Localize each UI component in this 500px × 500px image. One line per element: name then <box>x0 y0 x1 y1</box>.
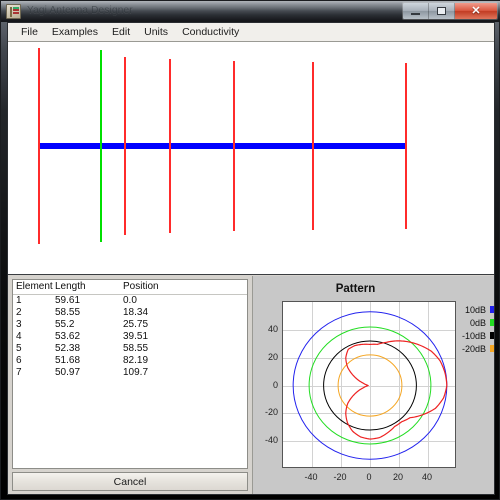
application-window: Yagi Antenna Designer ✕ File Examples Ed… <box>0 0 500 500</box>
table-row[interactable]: 5 52.38 58.55 <box>13 343 247 355</box>
antenna-geometry-view[interactable] <box>8 42 494 275</box>
legend-label: -20dB <box>461 343 486 354</box>
menu-bar: File Examples Edit Units Conductivity <box>8 23 494 42</box>
x-axis-tick-label: 40 <box>421 472 433 482</box>
cell-length: 59.61 <box>55 295 81 306</box>
pattern-chart-pane: Pattern -40 -20 0 20 40 40 20 0 -20 -40 10dB 0dB -1… <box>252 276 494 494</box>
legend-item[interactable]: 10dB <box>459 303 494 316</box>
title-bar[interactable]: Yagi Antenna Designer ✕ <box>1 1 500 22</box>
legend-label: 10dB <box>464 304 486 315</box>
cell-position: 0.0 <box>123 295 137 306</box>
table-row[interactable]: 3 55.2 25.75 <box>13 319 247 331</box>
cell-position: 109.7 <box>123 367 149 378</box>
y-axis-tick-label: -40 <box>264 435 278 446</box>
cell-position: 82.19 <box>123 355 149 366</box>
element-table-body: 1 59.61 0.0 2 58.55 18.34 3 55.2 25.75 4 53.62 39.5… <box>13 295 247 380</box>
minimize-icon <box>411 13 420 15</box>
cell-element: 6 <box>16 355 22 366</box>
maximize-icon <box>437 7 446 15</box>
element-table-head: Element Length Position <box>13 280 247 295</box>
x-axis-tick-label: 0 <box>366 472 372 482</box>
table-row[interactable]: 6 51.68 82.19 <box>13 355 247 367</box>
column-header-element[interactable]: Element <box>13 280 55 295</box>
table-row[interactable]: 7 50.97 109.7 <box>13 367 247 379</box>
cell-element: 7 <box>16 367 22 378</box>
cell-element: 5 <box>16 343 22 354</box>
cell-element: 4 <box>16 331 22 342</box>
cell-length: 58.55 <box>55 307 81 318</box>
antenna-element-7[interactable] <box>405 63 407 229</box>
cancel-button[interactable]: Cancel <box>12 472 248 491</box>
close-button[interactable]: ✕ <box>455 3 497 19</box>
element-table-pane: Element Length Position 1 59.61 0.0 2 58.55 1… <box>8 276 252 494</box>
x-axis-tick-label: -20 <box>333 472 347 482</box>
legend-color-swatch <box>490 345 494 352</box>
antenna-element-4[interactable] <box>169 59 171 233</box>
maximize-button[interactable] <box>429 3 455 19</box>
pattern-curves <box>292 311 448 460</box>
cell-length: 51.68 <box>55 355 81 366</box>
antenna-element-5[interactable] <box>233 61 235 231</box>
window-controls: ✕ <box>402 2 498 20</box>
legend-item[interactable]: -20dB <box>459 342 494 355</box>
cell-position: 39.51 <box>123 331 149 342</box>
menu-item-edit[interactable]: Edit <box>105 24 137 40</box>
y-axis-tick-label: 40 <box>267 323 278 334</box>
cell-position: 58.55 <box>123 343 149 354</box>
legend-label: 0dB <box>469 317 486 328</box>
menu-item-units[interactable]: Units <box>137 24 175 40</box>
reference-circle-10dB <box>292 311 448 460</box>
cell-length: 52.38 <box>55 343 81 354</box>
table-row[interactable]: 4 53.62 39.51 <box>13 331 247 343</box>
minimize-button[interactable] <box>403 3 429 19</box>
close-icon: ✕ <box>471 4 481 17</box>
cell-position: 25.75 <box>123 319 149 330</box>
legend-color-swatch <box>490 306 494 313</box>
reference-circle--10dB <box>323 340 417 431</box>
table-header-row: Element Length Position <box>13 280 247 295</box>
chart-title: Pattern <box>335 283 376 295</box>
menu-item-examples[interactable]: Examples <box>45 24 105 40</box>
column-header-length[interactable]: Length <box>55 280 123 295</box>
antenna-boom <box>38 143 405 149</box>
window-frame: Yagi Antenna Designer ✕ File Examples Ed… <box>0 0 500 500</box>
cell-element: 2 <box>16 307 22 318</box>
cell-position: 18.34 <box>123 307 149 318</box>
cell-length: 55.2 <box>55 319 75 330</box>
cell-element: 3 <box>16 319 22 330</box>
x-axis-tick-label: 20 <box>392 472 404 482</box>
antenna-element-6[interactable] <box>312 62 314 230</box>
legend-item[interactable]: -10dB <box>459 329 494 342</box>
x-axis-tick-label: -40 <box>304 472 318 482</box>
antenna-element-3[interactable] <box>124 57 126 235</box>
element-table-container[interactable]: Element Length Position 1 59.61 0.0 2 58.55 1… <box>12 279 248 469</box>
cell-length: 53.62 <box>55 331 81 342</box>
client-area: File Examples Edit Units Conductivity El… <box>7 22 495 495</box>
legend-color-swatch <box>490 319 494 326</box>
legend-color-swatch <box>490 332 494 339</box>
table-row[interactable]: 2 58.55 18.34 <box>13 307 247 319</box>
antenna-element-1[interactable] <box>38 48 40 244</box>
chart-legend: 10dB 0dB -10dB -20dB <box>459 303 494 355</box>
table-row[interactable]: 1 59.61 0.0 <box>13 295 247 308</box>
legend-item[interactable]: 0dB <box>459 316 494 329</box>
cell-length: 50.97 <box>55 367 81 378</box>
y-axis-tick-label: -20 <box>264 407 278 418</box>
legend-label: -10dB <box>461 330 486 341</box>
y-axis-tick-label: 0 <box>272 379 278 390</box>
antenna-element-2[interactable] <box>100 50 102 242</box>
element-table: Element Length Position 1 59.61 0.0 2 58.55 1… <box>13 280 247 379</box>
column-header-position[interactable]: Position <box>123 280 247 295</box>
menu-item-file[interactable]: File <box>14 24 45 40</box>
bottom-split-pane: Element Length Position 1 59.61 0.0 2 58.55 1… <box>8 276 494 494</box>
application-icon <box>6 4 21 19</box>
polar-plot-area[interactable] <box>282 301 456 468</box>
menu-item-conductivity[interactable]: Conductivity <box>175 24 246 40</box>
cell-element: 1 <box>16 295 22 306</box>
reference-circle--20dB <box>337 354 403 417</box>
y-axis-tick-label: 20 <box>267 351 278 362</box>
window-title: Yagi Antenna Designer <box>27 5 133 16</box>
